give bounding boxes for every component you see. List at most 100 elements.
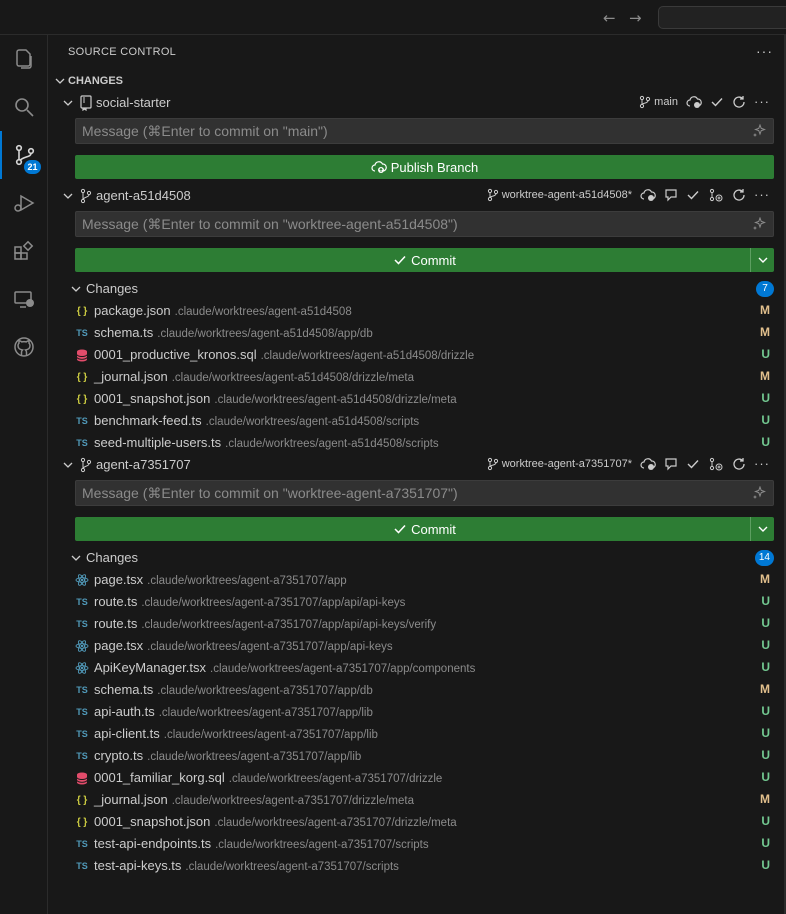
changes-section-header[interactable]: CHANGES [48,71,784,93]
file-status-badge: U [761,660,770,674]
json-file-icon: { } [76,305,88,317]
source-control-icon[interactable]: 21 [0,131,48,179]
file-row[interactable]: TS seed-multiple-users.ts .claude/worktree… [48,432,784,454]
sparkle-icon[interactable] [752,217,766,231]
commit-message-field[interactable] [76,481,736,505]
file-row[interactable]: 0001_productive_kronos.sql .claude/worktr… [48,344,784,366]
file-row[interactable]: 0001_familiar_korg.sql .claude/worktrees/… [48,767,784,789]
file-name-text: ApiKeyManager.tsx [94,660,207,675]
file-name-text: route.ts [94,594,138,609]
branch-indicator[interactable]: worktree-agent-a7351707* [486,457,632,471]
stage-all-icon[interactable] [708,188,724,202]
file-name: _journal.json .claude/worktrees/agent-a73… [94,792,414,807]
changes-group-header[interactable]: Changes 14 [48,547,784,569]
json-file-icon: { } [76,794,88,806]
run-debug-icon[interactable] [0,179,48,227]
commit-message-field[interactable] [76,119,736,143]
file-row[interactable]: page.tsx .claude/worktrees/agent-a7351707… [48,569,784,591]
file-row[interactable]: TS api-auth.ts .claude/worktrees/agent-a73… [48,701,784,723]
commit-message-input[interactable] [75,118,774,144]
file-path: .claude/worktrees/agent-a51d4508 [174,306,352,318]
more-actions-icon[interactable]: ··· [756,43,773,59]
file-row[interactable]: TS api-client.ts .claude/worktrees/agent-a… [48,723,784,745]
file-path: .claude/worktrees/agent-a7351707/scripts [215,839,429,851]
file-name: seed-multiple-users.ts .claude/worktrees/… [94,435,439,450]
stage-all-icon[interactable] [708,457,724,471]
file-name-text: schema.ts [94,682,154,697]
file-name-text: _journal.json [94,369,168,384]
file-row[interactable]: { } package.json .claude/worktrees/agent-a… [48,300,784,322]
explorer-icon[interactable] [0,35,48,83]
chevron-down-icon [63,462,73,468]
file-row[interactable]: TS route.ts .claude/worktrees/agent-a73517… [48,613,784,635]
repo-agent-a51d4508[interactable]: agent-a51d4508 worktree-agent-a51d4508* … [48,185,784,207]
file-name: benchmark-feed.ts .claude/worktrees/agent… [94,413,419,428]
file-row[interactable]: TS test-api-keys.ts .claude/worktrees/agen… [48,855,784,877]
more-actions-icon[interactable]: ··· [754,187,770,202]
refresh-icon[interactable] [732,188,746,202]
more-actions-icon[interactable]: ··· [754,94,770,109]
remote-explorer-icon[interactable] [0,275,48,323]
commit-dropdown-button[interactable] [750,248,774,272]
file-row[interactable]: TS benchmark-feed.ts .claude/worktrees/age… [48,410,784,432]
commit-button[interactable]: Commit [75,517,774,541]
publish-cloud-icon[interactable] [640,457,656,471]
react-file-icon [75,661,89,675]
scm-count-badge: 21 [24,160,41,174]
file-status-badge: U [761,391,770,405]
commit-message-input[interactable] [75,211,774,237]
branch-indicator[interactable]: worktree-agent-a51d4508* [486,188,632,202]
back-arrow-icon[interactable]: ← [603,9,616,27]
comment-icon[interactable] [664,457,678,471]
typescript-file-icon: TS [76,619,88,629]
file-status-badge: U [761,858,770,872]
check-icon[interactable] [710,95,724,109]
file-row[interactable]: { } 0001_snapshot.json .claude/worktrees/a… [48,811,784,833]
file-path: .claude/worktrees/agent-a7351707/drizzle [228,773,443,785]
file-path: .claude/worktrees/agent-a7351707/app/com… [210,663,476,675]
file-row[interactable]: TS schema.ts .claude/worktrees/agent-a51d4… [48,322,784,344]
commit-message-input[interactable] [75,480,774,506]
file-row[interactable]: ApiKeyManager.tsx .claude/worktrees/agent… [48,657,784,679]
refresh-icon[interactable] [732,95,746,109]
command-center-search[interactable] [658,6,786,29]
more-actions-icon[interactable]: ··· [754,456,770,471]
file-status-badge: M [760,325,770,339]
publish-branch-button[interactable]: Publish Branch [75,155,774,179]
file-status-badge: U [761,726,770,740]
file-row[interactable]: { } _journal.json .claude/worktrees/agent-… [48,789,784,811]
github-icon[interactable] [0,323,48,371]
search-icon[interactable] [0,83,48,131]
file-path: .claude/worktrees/agent-a7351707/app/api… [141,597,406,609]
commit-message-field[interactable] [76,212,736,236]
check-icon[interactable] [686,457,700,471]
forward-arrow-icon[interactable]: → [629,9,642,27]
changes-group-label: Changes [86,281,139,296]
branch-indicator[interactable]: main [638,95,678,109]
repo-agent-a7351707[interactable]: agent-a7351707 worktree-agent-a7351707* … [48,454,784,476]
file-status-badge: U [761,638,770,652]
changes-group-header[interactable]: Changes 7 [48,278,784,300]
refresh-icon[interactable] [732,457,746,471]
file-name: ApiKeyManager.tsx .claude/worktrees/agent… [94,660,475,675]
file-row[interactable]: TS test-api-endpoints.ts .claude/worktrees… [48,833,784,855]
commit-dropdown-button[interactable] [750,517,774,541]
file-path: .claude/worktrees/agent-a7351707/drizzle… [214,817,457,829]
comment-icon[interactable] [664,188,678,202]
file-row[interactable]: TS route.ts .claude/worktrees/agent-a73517… [48,591,784,613]
file-name: api-client.ts .claude/worktrees/agent-a73… [94,726,378,741]
sparkle-icon[interactable] [752,124,766,138]
file-row[interactable]: { } _journal.json .claude/worktrees/agent-… [48,366,784,388]
file-row[interactable]: page.tsx .claude/worktrees/agent-a7351707… [48,635,784,657]
publish-cloud-icon[interactable] [640,188,656,202]
file-row[interactable]: { } 0001_snapshot.json .claude/worktrees/a… [48,388,784,410]
file-row[interactable]: TS crypto.ts .claude/worktrees/agent-a7351… [48,745,784,767]
repo-social-starter[interactable]: social-starter main ··· [48,92,784,114]
sparkle-icon[interactable] [752,486,766,500]
check-icon[interactable] [686,188,700,202]
file-row[interactable]: TS schema.ts .claude/worktrees/agent-a7351… [48,679,784,701]
file-path: .claude/worktrees/agent-a7351707/drizzle… [171,795,414,807]
commit-button[interactable]: Commit [75,248,774,272]
extensions-icon[interactable] [0,227,48,275]
publish-cloud-icon[interactable] [686,95,702,109]
